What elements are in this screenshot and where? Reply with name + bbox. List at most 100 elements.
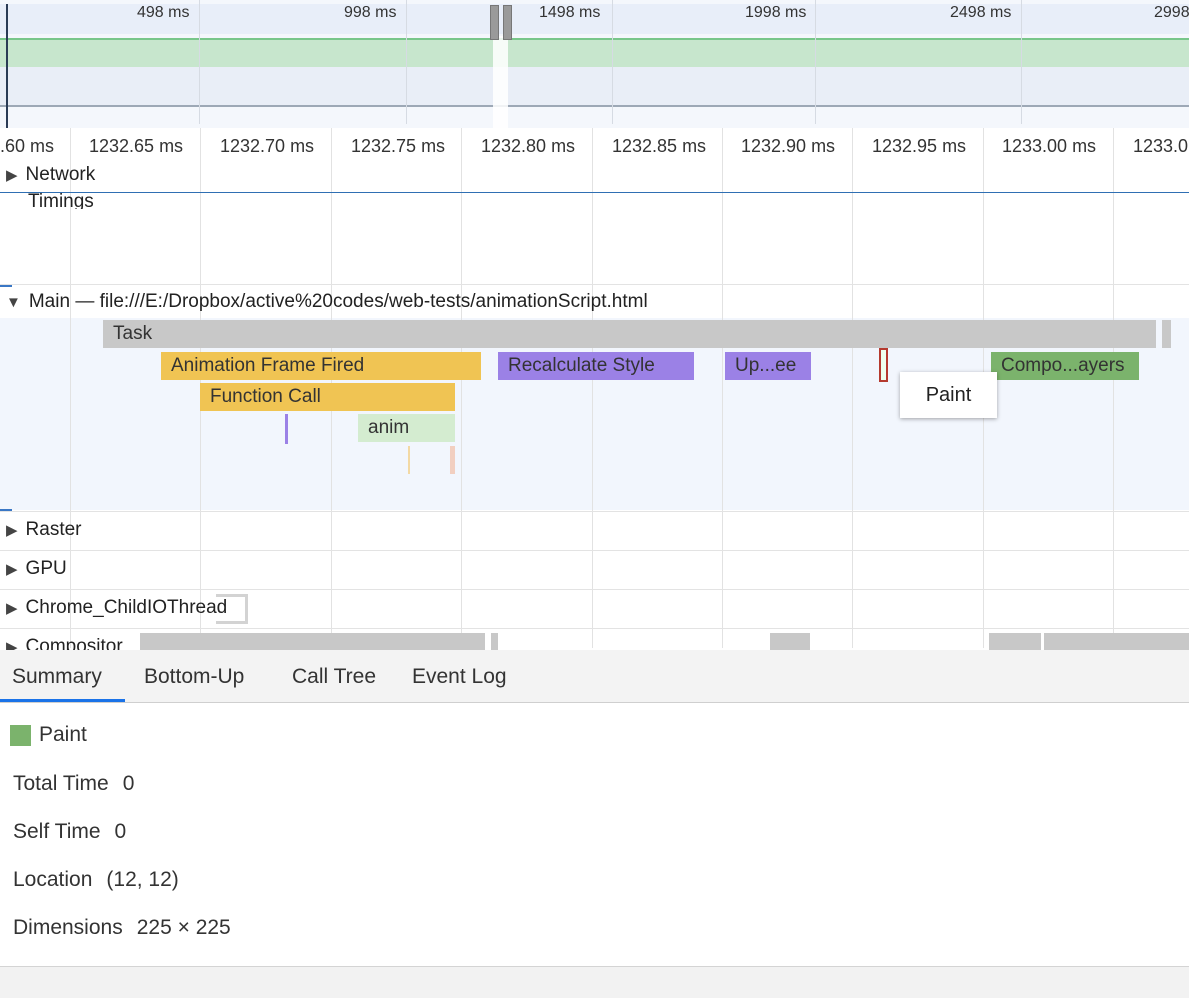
- track-compositor-row[interactable]: ▶ Compositor: [0, 633, 1189, 650]
- overview-tick-label: 498 ms: [137, 4, 190, 21]
- overview-tick-label: 998 ms: [344, 4, 397, 21]
- event-composite-layers[interactable]: Compo...ayers: [991, 352, 1139, 380]
- expand-triangle-icon: ▶: [6, 167, 18, 184]
- track-separator: [0, 550, 1189, 551]
- expand-triangle-icon: ▶: [6, 522, 18, 539]
- track-raster-label: Raster: [25, 519, 82, 540]
- track-separator: [0, 589, 1189, 590]
- grid-line: [461, 128, 462, 648]
- track-timings-label: Timings: [28, 191, 94, 209]
- grid-line: [592, 128, 593, 648]
- self-time-value: 0: [114, 820, 127, 843]
- overview-tick-label: 1498 ms: [539, 4, 601, 21]
- summary-dimensions: Dimensions 225 × 225: [13, 916, 231, 940]
- network-track-border: [0, 192, 1189, 193]
- total-time-value: 0: [122, 772, 135, 795]
- summary-location: Location (12, 12): [13, 868, 179, 892]
- track-childio[interactable]: ▶ Chrome_ChildIOThread: [6, 597, 227, 619]
- tab-summary[interactable]: Summary: [12, 650, 102, 702]
- overview-left-handle[interactable]: [490, 5, 499, 40]
- grid-line: [1113, 128, 1114, 648]
- overview-tick-line: [1021, 0, 1022, 124]
- event-task-small[interactable]: [1162, 320, 1171, 348]
- summary-title: Paint: [39, 723, 87, 746]
- track-separator: [0, 284, 1189, 285]
- track-compositor[interactable]: ▶ Compositor: [6, 636, 123, 650]
- overview-fps-band: [0, 38, 1189, 69]
- track-gpu-label: GPU: [25, 558, 67, 579]
- compositor-event[interactable]: [989, 633, 1041, 650]
- collapse-triangle-icon: ▼: [6, 294, 21, 311]
- event-tiny-orange[interactable]: [450, 446, 455, 474]
- overview-tick-line: [815, 0, 816, 124]
- event-function-call[interactable]: Function Call: [200, 383, 455, 411]
- ruler-tick-label: 1232.75 ms: [351, 136, 446, 156]
- ruler-tick-label: 1232.85 ms: [612, 136, 707, 156]
- ruler-tick-label: 1232.65 ms: [89, 136, 184, 156]
- event-animation-frame-fired[interactable]: Animation Frame Fired: [161, 352, 481, 380]
- ruler-tick-label: 1232.90 ms: [741, 136, 836, 156]
- track-network[interactable]: ▶ Network: [6, 164, 95, 186]
- track-raster[interactable]: ▶ Raster: [6, 519, 82, 541]
- tab-bottom-up[interactable]: Bottom-Up: [144, 650, 244, 702]
- overview-tick-label: 2498 ms: [950, 4, 1012, 21]
- track-separator: [0, 628, 1189, 629]
- event-paint-selected[interactable]: [879, 348, 888, 382]
- ruler-tick-label: .60 ms: [0, 136, 55, 156]
- active-tab-indicator: [0, 699, 125, 702]
- ruler-tick-label: 1232.95 ms: [872, 136, 967, 156]
- detail-ruler: .60 ms 1232.65 ms 1232.70 ms 1232.75 ms …: [0, 128, 1189, 162]
- self-time-label: Self Time: [13, 820, 101, 843]
- ruler-tick-label: 1233.0: [1133, 136, 1189, 156]
- track-compositor-label: Compositor: [25, 636, 123, 650]
- track-main-label: Main — file:///E:/Dropbox/active%20codes…: [28, 291, 648, 312]
- overview-right-handle[interactable]: [503, 5, 512, 40]
- expand-triangle-icon: ▶: [6, 600, 18, 617]
- track-separator: [0, 511, 1189, 512]
- ruler-tick-label: 1232.70 ms: [220, 136, 315, 156]
- event-tooltip: Paint: [900, 372, 997, 418]
- grid-line: [852, 128, 853, 648]
- track-timings[interactable]: Timings: [6, 189, 94, 209]
- details-tab-bar: Summary Bottom-Up Call Tree Event Log: [0, 650, 1189, 703]
- grid-line: [722, 128, 723, 648]
- track-main[interactable]: ▼ Main — file:///E:/Dropbox/active%20code…: [6, 291, 648, 313]
- timeline-overview[interactable]: 498 ms 998 ms 1498 ms 1998 ms 2498 ms 29…: [0, 0, 1189, 128]
- event-task[interactable]: Task: [103, 320, 1156, 348]
- track-childio-label: Chrome_ChildIOThread: [25, 597, 228, 618]
- overview-selection-window[interactable]: [493, 36, 508, 128]
- event-tiny-yellow[interactable]: [408, 446, 410, 474]
- tab-call-tree[interactable]: Call Tree: [292, 650, 376, 702]
- overview-tick-label: 1998 ms: [745, 4, 807, 21]
- category-color-swatch: [10, 725, 31, 746]
- location-label: Location: [13, 868, 93, 891]
- overview-cursor: [6, 4, 8, 128]
- compositor-event[interactable]: [1044, 633, 1189, 650]
- expand-triangle-icon: ▶: [6, 639, 18, 650]
- overview-net-line: [0, 105, 1189, 107]
- dimensions-label: Dimensions: [13, 916, 123, 939]
- tab-event-log[interactable]: Event Log: [412, 650, 507, 702]
- ruler-tick-label: 1232.80 ms: [481, 136, 576, 156]
- track-network-label: Network: [25, 164, 96, 185]
- location-value: (12, 12): [106, 868, 179, 891]
- overview-cpu-band: [0, 67, 1189, 107]
- overview-tick-label: 2998: [1154, 4, 1189, 21]
- ruler-tick-label: 1233.00 ms: [1002, 136, 1097, 156]
- event-update-layer-tree[interactable]: Up...ee: [725, 352, 811, 380]
- event-recalculate-style[interactable]: Recalculate Style: [498, 352, 694, 380]
- event-anim[interactable]: anim: [358, 414, 455, 442]
- summary-self-time: Self Time 0: [13, 820, 126, 844]
- overview-tick-line: [199, 0, 200, 124]
- summary-total-time: Total Time 0: [13, 772, 134, 796]
- overview-tick-line: [406, 0, 407, 124]
- event-tiny-purple[interactable]: [285, 414, 288, 444]
- compositor-event[interactable]: [140, 633, 485, 650]
- compositor-event[interactable]: [770, 633, 810, 650]
- panel-footer: [0, 966, 1189, 998]
- overview-tick-line: [612, 0, 613, 124]
- dimensions-value: 225 × 225: [136, 916, 231, 939]
- expand-triangle-icon: ▶: [6, 561, 18, 578]
- track-gpu[interactable]: ▶ GPU: [6, 558, 67, 580]
- compositor-event[interactable]: [491, 633, 498, 650]
